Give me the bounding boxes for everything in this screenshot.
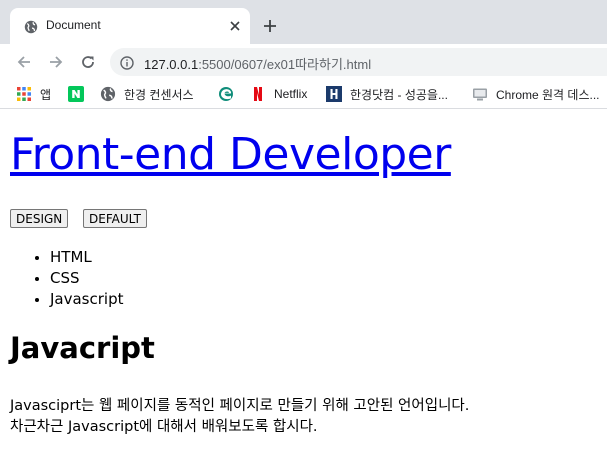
tech-list: HTML CSS Javascript <box>10 247 123 310</box>
default-button[interactable]: DEFAULT <box>83 209 147 228</box>
tab-title: Document <box>46 18 101 32</box>
bookmark-hankyung-consensus[interactable]: 한경 컨센서스 <box>100 85 194 103</box>
browser-toolbar: 127.0.0.1:5500/0607/ex01따라하기.html <box>0 44 607 80</box>
arrow-right-icon <box>50 56 63 68</box>
arrow-left-icon <box>17 56 30 68</box>
paragraph-line: 차근차근 Javascript에 대해서 배워보도록 합시다. <box>10 419 318 435</box>
bookmark-label: 한경닷컴 - 성공을... <box>350 87 448 102</box>
tab-strip: Document <box>0 0 607 44</box>
new-tab-button[interactable] <box>258 14 282 38</box>
naver-n-icon <box>68 86 84 102</box>
h-logo-icon <box>326 86 342 102</box>
bookmark-label: 한경 컨센서스 <box>124 87 194 102</box>
design-button[interactable]: DESIGN <box>10 209 69 228</box>
bookmark-edge[interactable] <box>218 85 242 103</box>
reload-icon <box>82 56 94 68</box>
edge-icon <box>218 86 234 102</box>
apps-grid-icon <box>16 86 32 102</box>
page-content: Front-end Developer DESIGN DEFAULT HTML … <box>0 109 607 451</box>
remote-desktop-icon <box>472 86 488 102</box>
browser-tab[interactable]: Document <box>10 8 250 44</box>
reload-button[interactable] <box>76 50 100 74</box>
globe-icon <box>100 86 116 102</box>
url-host: 127.0.0.1 <box>144 57 199 72</box>
info-icon[interactable] <box>120 55 134 70</box>
back-button[interactable] <box>12 50 36 74</box>
page-title-link[interactable]: Front-end Developer <box>10 129 451 180</box>
bookmark-apps[interactable]: 앱 <box>16 85 51 103</box>
bookmark-chrome-remote[interactable]: Chrome 원격 데스... <box>472 85 600 103</box>
description-paragraph: Javasciprt는 웹 페이지를 동적인 페이지로 만들기 위해 고안된 언… <box>10 396 469 438</box>
bookmark-label: Chrome 원격 데스... <box>496 87 600 102</box>
bookmarks-bar: 앱 한경 컨센서스 Netflix 한경닷컴 - 성공을... Chrome 원… <box>0 80 607 109</box>
bookmark-hankyung[interactable]: 한경닷컴 - 성공을... <box>326 85 448 103</box>
bookmark-label: 앱 <box>40 87 52 102</box>
bookmark-label: Netflix <box>274 87 308 101</box>
globe-icon <box>24 19 38 34</box>
bookmark-naver[interactable] <box>68 85 92 103</box>
netflix-icon <box>250 86 266 102</box>
list-item: HTML <box>50 247 123 268</box>
list-item: CSS <box>50 268 123 289</box>
bookmark-netflix[interactable]: Netflix <box>250 85 307 103</box>
section-heading: Javacript <box>10 331 155 365</box>
list-item: Javascript <box>50 289 123 310</box>
url-text: 127.0.0.1:5500/0607/ex01따라하기.html <box>144 54 371 73</box>
plus-icon <box>264 20 276 32</box>
close-icon[interactable] <box>226 17 244 35</box>
forward-button[interactable] <box>44 50 68 74</box>
paragraph-line: Javasciprt는 웹 페이지를 동적인 페이지로 만들기 위해 고안된 언… <box>10 398 470 414</box>
address-bar[interactable]: 127.0.0.1:5500/0607/ex01따라하기.html <box>110 48 607 76</box>
url-path: :5500/0607/ex01따라하기.html <box>198 57 372 72</box>
